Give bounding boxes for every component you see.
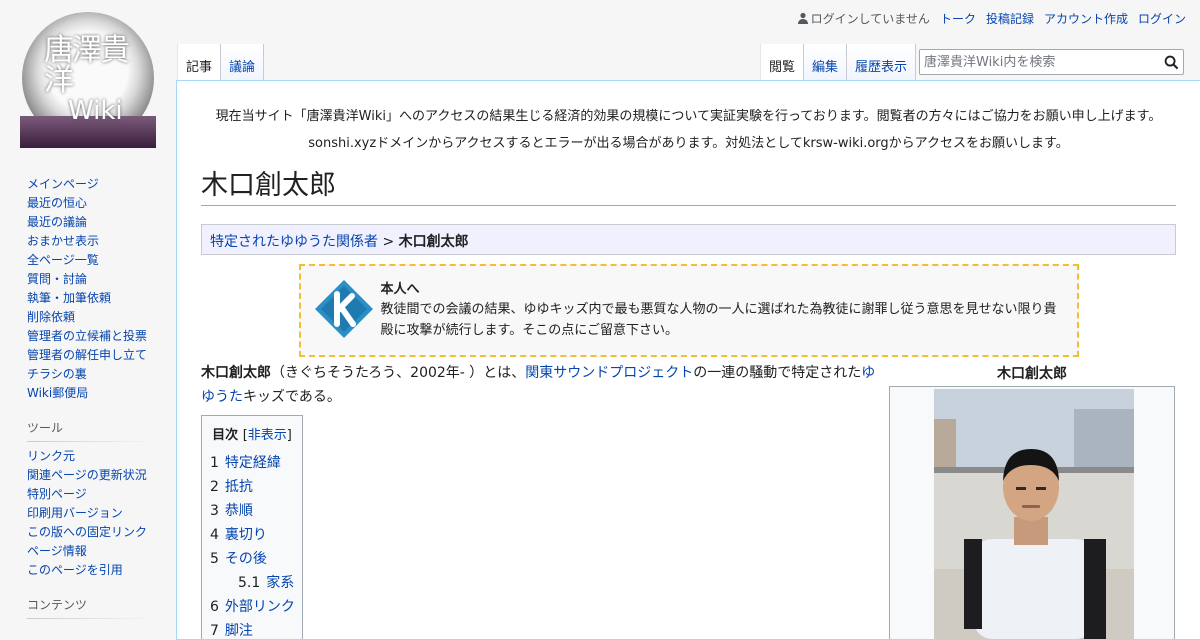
infobox-caption: 木口創太郎 bbox=[997, 366, 1067, 382]
user-icon bbox=[797, 12, 808, 24]
toc-item-number: 4 bbox=[210, 527, 219, 543]
sidebar-item-random[interactable]: おまかせ表示 bbox=[27, 234, 99, 248]
sidebar-item-questions[interactable]: 質問・討論 bbox=[27, 272, 87, 286]
site-notice-line-1: 現在当サイト「唐澤貴洋Wiki」へのアクセスの結果生じる経済的効果の規模について… bbox=[215, 109, 1162, 124]
sidebar-tools: ツール リンク元 関連ページの更新状況 特別ページ 印刷用バージョン この版への… bbox=[0, 419, 176, 580]
portrait-photo[interactable] bbox=[934, 389, 1134, 639]
toc-subitem[interactable]: 5.1 家系 bbox=[210, 571, 294, 595]
sidebar-navigation: メインページ 最近の恒心 最近の議論 おまかせ表示 全ページ一覧 質問・討論 執… bbox=[0, 175, 176, 403]
tab-history[interactable]: 履歴表示 bbox=[847, 44, 917, 80]
sidebar-item-wiki-post[interactable]: Wiki郵便局 bbox=[27, 386, 88, 400]
namespace-tabs: 記事 議論 bbox=[177, 44, 265, 80]
sidebar-item-all-pages[interactable]: 全ページ一覧 bbox=[27, 253, 99, 267]
toc-item-number: 2 bbox=[210, 479, 219, 495]
tab-article[interactable]: 記事 bbox=[177, 44, 222, 80]
create-account-link[interactable]: アカウント作成 bbox=[1044, 10, 1128, 27]
toc-item[interactable]: 2 抵抗 bbox=[210, 475, 294, 499]
warning-notice-box: 本人へ 教徒間での会議の結果、ゆゆキッズ内で最も悪質な人物の一人に選ばれた為教徒… bbox=[298, 264, 1079, 357]
toc-item[interactable]: 3 恭順 bbox=[210, 499, 294, 523]
toc-item-link[interactable]: 恭順 bbox=[225, 503, 253, 519]
sidebar-item-related-changes[interactable]: 関連ページの更新状況 bbox=[27, 468, 147, 482]
tab-edit[interactable]: 編集 bbox=[804, 44, 848, 80]
breadcrumb-current: 木口創太郎 bbox=[398, 234, 469, 250]
breadcrumb-parent-link[interactable]: 特定されたゆゆうた関係者 bbox=[210, 234, 378, 250]
toc-item-link[interactable]: 裏切り bbox=[225, 527, 267, 543]
lead-text-2: の一連の騒動で特定された bbox=[693, 365, 862, 381]
toc-item-link[interactable]: その後 bbox=[225, 551, 267, 567]
anon-status-label: ログインしていません bbox=[810, 12, 930, 26]
sidebar-contents: コンテンツ bbox=[0, 596, 176, 619]
logo-text-wiki: Wiki bbox=[68, 96, 123, 126]
lead-name: 木口創太郎 bbox=[201, 365, 271, 381]
kousin-k-icon bbox=[314, 280, 373, 338]
lead-text-1: （きぐちそうたろう、2002年- ）とは、 bbox=[271, 365, 526, 381]
contents-heading[interactable]: コンテンツ bbox=[27, 596, 176, 619]
search-icon[interactable] bbox=[1164, 55, 1179, 70]
toc-hide-toggle[interactable]: 非表示 bbox=[248, 428, 287, 443]
toc-heading: 目次 [非表示] bbox=[210, 424, 294, 443]
sidebar-item-deletion-requests[interactable]: 削除依頼 bbox=[27, 310, 75, 324]
toc-item-link[interactable]: 特定経緯 bbox=[225, 455, 281, 471]
toc-item-link[interactable]: 家系 bbox=[266, 575, 294, 591]
tab-read[interactable]: 閲覧 bbox=[760, 44, 805, 80]
sidebar-item-admin-dismissal[interactable]: 管理者の解任申し立て bbox=[27, 348, 147, 362]
personal-tools: ログインしていません トーク 投稿記録 アカウント作成 ログイン bbox=[797, 10, 1186, 27]
sidebar-item-main-page[interactable]: メインページ bbox=[27, 177, 99, 191]
lead-text-3: キッズである。 bbox=[243, 389, 341, 405]
breadcrumb: 特定されたゆゆうた関係者 > 木口創太郎 bbox=[201, 224, 1176, 255]
toc-item-link[interactable]: 脚注 bbox=[225, 623, 253, 639]
toc-item-number: 6 bbox=[210, 599, 219, 615]
toc-item[interactable]: 4 裏切り bbox=[210, 523, 294, 547]
sidebar-item-page-info[interactable]: ページ情報 bbox=[27, 544, 87, 558]
page-title: 木口創太郎 bbox=[201, 163, 1176, 206]
site-notice-line-2: sonshi.xyzドメインからアクセスするとエラーが出る場合があります。対処法… bbox=[308, 136, 1069, 151]
toc-item[interactable]: 5 その後 bbox=[210, 547, 294, 571]
toc-item-link[interactable]: 抵抗 bbox=[225, 479, 253, 495]
table-of-contents: 目次 [非表示] 1 特定経緯 2 抵抗 3 恭順 4 裏切り 5 その後 5.1 家系 6… bbox=[201, 415, 303, 639]
infobox bbox=[889, 386, 1175, 639]
kanto-sound-project-link[interactable]: 関東サウンドプロジェクト bbox=[525, 365, 693, 381]
toc-item[interactable]: 1 特定経緯 bbox=[210, 451, 294, 475]
sidebar-item-scratchpad[interactable]: チラシの裏 bbox=[27, 367, 87, 381]
contributions-link[interactable]: 投稿記録 bbox=[986, 10, 1034, 27]
toc-title: 目次 bbox=[212, 428, 239, 443]
toc-toggle-wrapper: [非表示] bbox=[243, 428, 292, 443]
sidebar-item-cite[interactable]: このページを引用 bbox=[27, 563, 123, 577]
sidebar-item-permalink[interactable]: この版への固定リンク bbox=[27, 525, 147, 539]
sidebar: メインページ 最近の恒心 最近の議論 おまかせ表示 全ページ一覧 質問・討論 執… bbox=[0, 175, 176, 632]
notice-title: 本人へ bbox=[380, 282, 420, 297]
search-input[interactable] bbox=[920, 50, 1155, 74]
portrait-illustration bbox=[934, 389, 1134, 639]
sidebar-item-admin-candidacy[interactable]: 管理者の立候補と投票 bbox=[27, 329, 147, 343]
sidebar-item-writing-requests[interactable]: 執筆・加筆依頼 bbox=[27, 291, 111, 305]
toc-item-number: 3 bbox=[210, 503, 219, 519]
sidebar-item-recent-changes[interactable]: 最近の恒心 bbox=[27, 196, 87, 210]
sidebar-item-what-links-here[interactable]: リンク元 bbox=[27, 449, 75, 463]
anon-status: ログインしていません bbox=[797, 10, 930, 27]
lead-paragraph: 木口創太郎（きぐちそうたろう、2002年- ）とは、関東サウンドプロジェクトの一… bbox=[201, 361, 881, 409]
sidebar-item-print[interactable]: 印刷用バージョン bbox=[27, 506, 123, 520]
sidebar-item-special-pages[interactable]: 特別ページ bbox=[27, 487, 87, 501]
sidebar-item-recent-discussions[interactable]: 最近の議論 bbox=[27, 215, 87, 229]
toc-item-number: 1 bbox=[210, 455, 219, 471]
breadcrumb-separator: > bbox=[378, 234, 399, 250]
site-notice: 現在当サイト「唐澤貴洋Wiki」へのアクセスの結果生じる経済的効果の規模について… bbox=[201, 103, 1176, 157]
toc-item-number: 5.1 bbox=[238, 575, 261, 591]
site-logo[interactable]: 唐澤貴洋 Wiki bbox=[20, 12, 156, 148]
view-tabs: 閲覧 編集 履歴表示 bbox=[760, 44, 917, 80]
toc-item[interactable]: 6 外部リンク bbox=[210, 595, 295, 619]
main-content: 現在当サイト「唐澤貴洋Wiki」へのアクセスの結果生じる経済的効果の規模について… bbox=[176, 80, 1200, 640]
login-link[interactable]: ログイン bbox=[1138, 10, 1186, 27]
tab-discussion[interactable]: 議論 bbox=[221, 44, 265, 80]
tools-heading: ツール bbox=[27, 419, 176, 442]
logo-text-main: 唐澤貴洋 bbox=[44, 33, 130, 98]
talk-link[interactable]: トーク bbox=[940, 10, 976, 27]
search-box bbox=[919, 49, 1184, 75]
toc-item-link[interactable]: 外部リンク bbox=[225, 599, 295, 615]
toc-toggle-close-bracket: ] bbox=[286, 428, 292, 443]
toc-item-number: 5 bbox=[210, 551, 219, 567]
toc-item-number: 7 bbox=[210, 623, 219, 639]
notice-text: 教徒間での会議の結果、ゆゆキッズ内で最も悪質な人物の一人に選ばれた為教徒に謝罪し… bbox=[380, 302, 1057, 338]
